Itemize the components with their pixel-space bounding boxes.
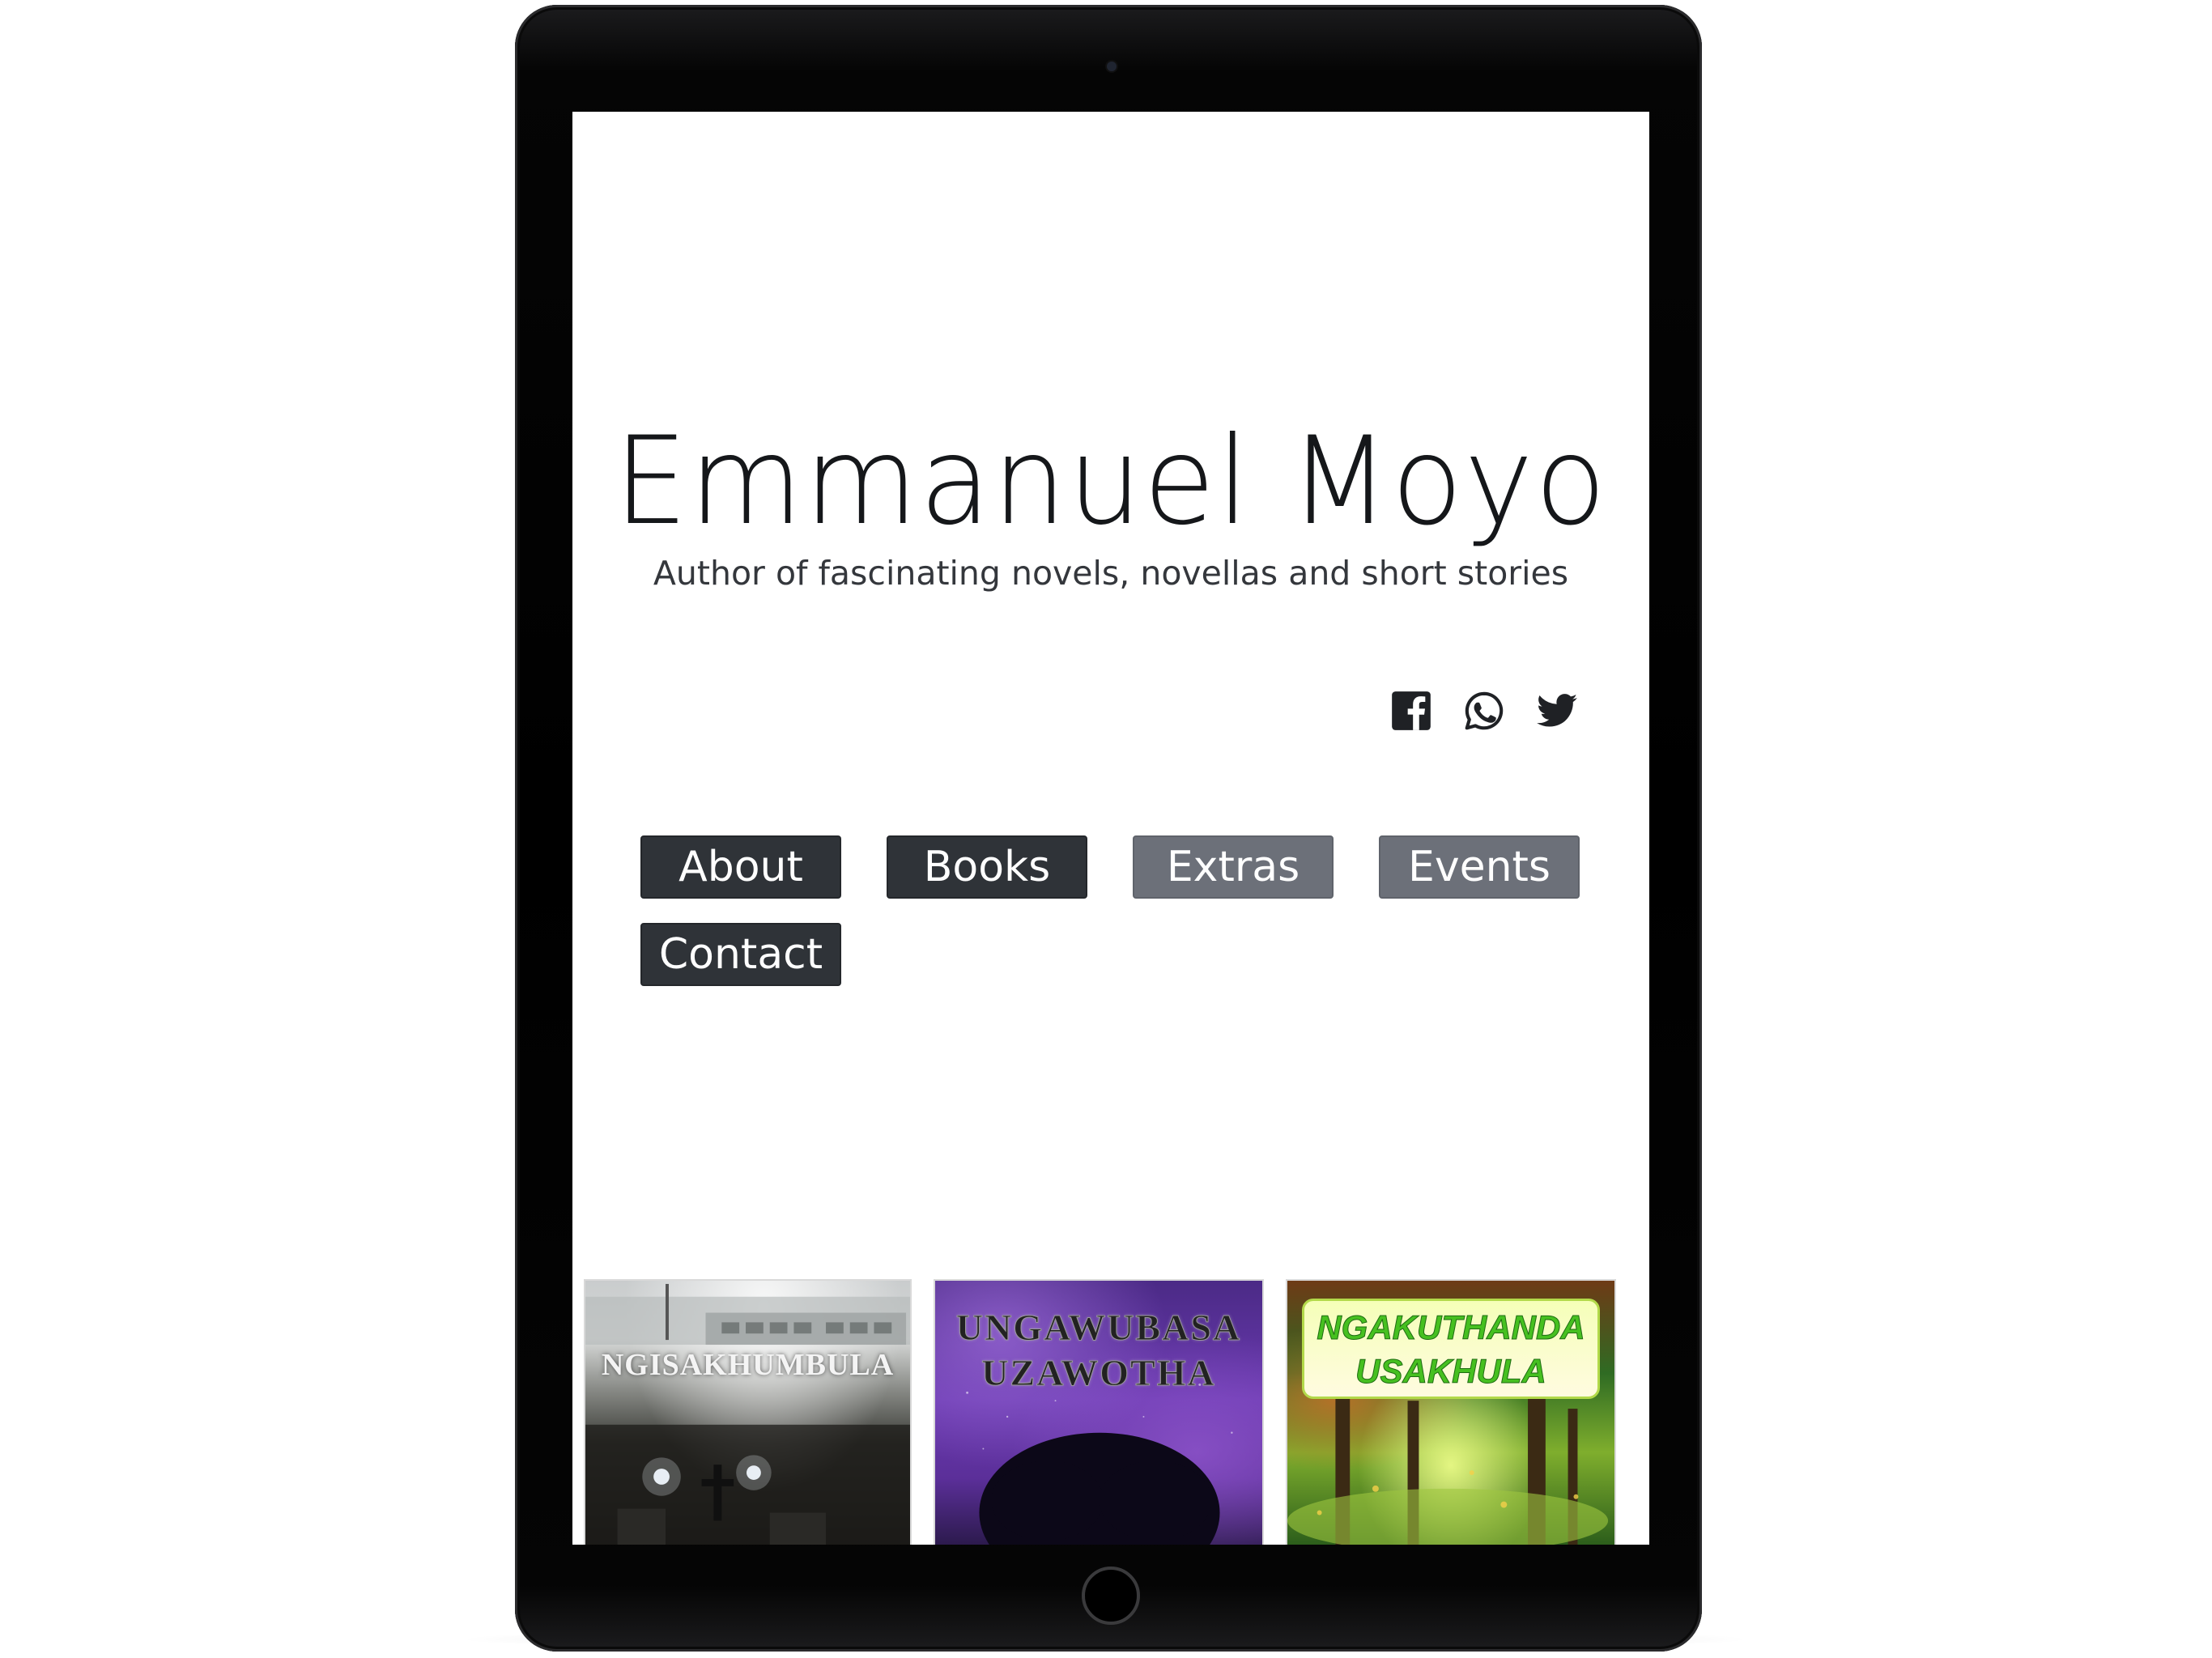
site-title: Emmanuel Moyo: [614, 411, 1608, 552]
facebook-link[interactable]: [1390, 690, 1432, 732]
whatsapp-link[interactable]: [1463, 690, 1505, 732]
social-links: [1390, 674, 1578, 747]
twitter-icon: [1537, 694, 1577, 727]
nav-extras-button[interactable]: Extras: [1133, 835, 1334, 899]
book-cover-ngakuthanda-usakhula[interactable]: NGAKUTHANDA USAKHULA: [1286, 1279, 1616, 1545]
book-cover-ngisakhumbula[interactable]: NGISAKHUMBULA: [584, 1279, 912, 1545]
book-cover-ungawubasa-uzawotha[interactable]: UNGAWUBASA UZAWOTHA: [934, 1279, 1264, 1545]
nav-books-button[interactable]: Books: [887, 835, 1087, 899]
book-title-text: NGISAKHUMBULA: [601, 1348, 895, 1382]
home-button[interactable]: [1082, 1567, 1140, 1625]
site-tagline: Author of fascinating novels, novellas a…: [653, 554, 1569, 593]
tablet-screen: Emmanuel Moyo Author of fascinating nove…: [572, 112, 1649, 1545]
nav-about-button[interactable]: About: [640, 835, 841, 899]
nav-contact-button[interactable]: Contact: [640, 923, 841, 986]
book-title-label: NGAKUTHANDA USAKHULA: [1302, 1299, 1600, 1399]
cover-art-train-graveyard: [585, 1283, 910, 1545]
whatsapp-icon: [1465, 691, 1504, 730]
book-title-text: NGAKUTHANDA USAKHULA: [1317, 1308, 1585, 1391]
facebook-icon: [1392, 691, 1431, 730]
twitter-link[interactable]: [1536, 690, 1578, 732]
book-title-text: UNGAWUBASA UZAWOTHA: [955, 1307, 1242, 1394]
nav-events-button[interactable]: Events: [1379, 835, 1580, 899]
front-camera: [1107, 62, 1117, 71]
